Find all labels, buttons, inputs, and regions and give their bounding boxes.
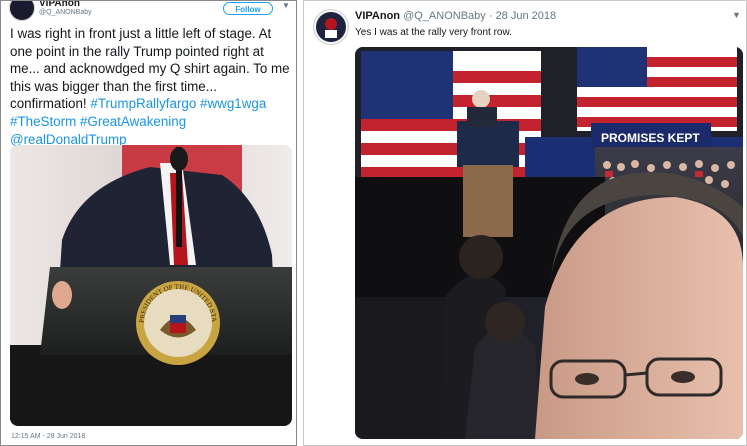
tweet-photo[interactable]: PROMISES KEPT — [355, 47, 743, 439]
avatar[interactable] — [9, 1, 35, 21]
hashtag-link[interactable]: #TheStorm — [10, 114, 76, 129]
right-tweet-card: VIPAnon @Q_ANONBaby · 28 Jun 2018 ▼ Yes … — [303, 0, 747, 446]
left-tweet-card: VIPAnon @Q_ANONBaby Follow ▼ I was right… — [0, 0, 297, 446]
photo-rally-selfie: PROMISES KEPT — [355, 47, 743, 439]
tweet-text: Yes I was at the rally very front row. — [355, 27, 512, 38]
separator-dot: · — [485, 10, 496, 22]
display-name[interactable]: VIPAnon — [39, 1, 80, 9]
follow-button[interactable]: Follow — [223, 2, 273, 15]
avatar-image — [314, 10, 348, 44]
tweet-header: VIPAnon @Q_ANONBaby · 28 Jun 2018 — [355, 10, 556, 22]
photo-podium-speaker: PRESIDENT OF THE UNITED STATES — [10, 145, 292, 426]
user-handle[interactable]: @Q_ANONBaby — [403, 10, 486, 22]
tweet-photo[interactable]: PRESIDENT OF THE UNITED STATES — [10, 145, 292, 426]
avatar[interactable] — [313, 9, 349, 45]
tweet-text: I was right in front just a little left … — [10, 25, 295, 148]
tweet-date[interactable]: 28 Jun 2018 — [496, 10, 557, 22]
banner-text: PROMISES KEPT — [601, 131, 700, 145]
display-name[interactable]: VIPAnon — [355, 10, 400, 22]
hashtag-link[interactable]: #TrumpRallyfargo — [90, 96, 196, 111]
user-handle[interactable]: @Q_ANONBaby — [39, 9, 92, 16]
chevron-down-icon[interactable]: ▼ — [282, 1, 290, 10]
tweet-timestamp[interactable]: 12:15 AM - 28 Jun 2018 — [11, 433, 85, 440]
hashtag-link[interactable]: #GreatAwakening — [80, 114, 186, 129]
chevron-down-icon[interactable]: ▼ — [732, 10, 741, 20]
hashtag-link[interactable]: #wwg1wga — [200, 96, 266, 111]
